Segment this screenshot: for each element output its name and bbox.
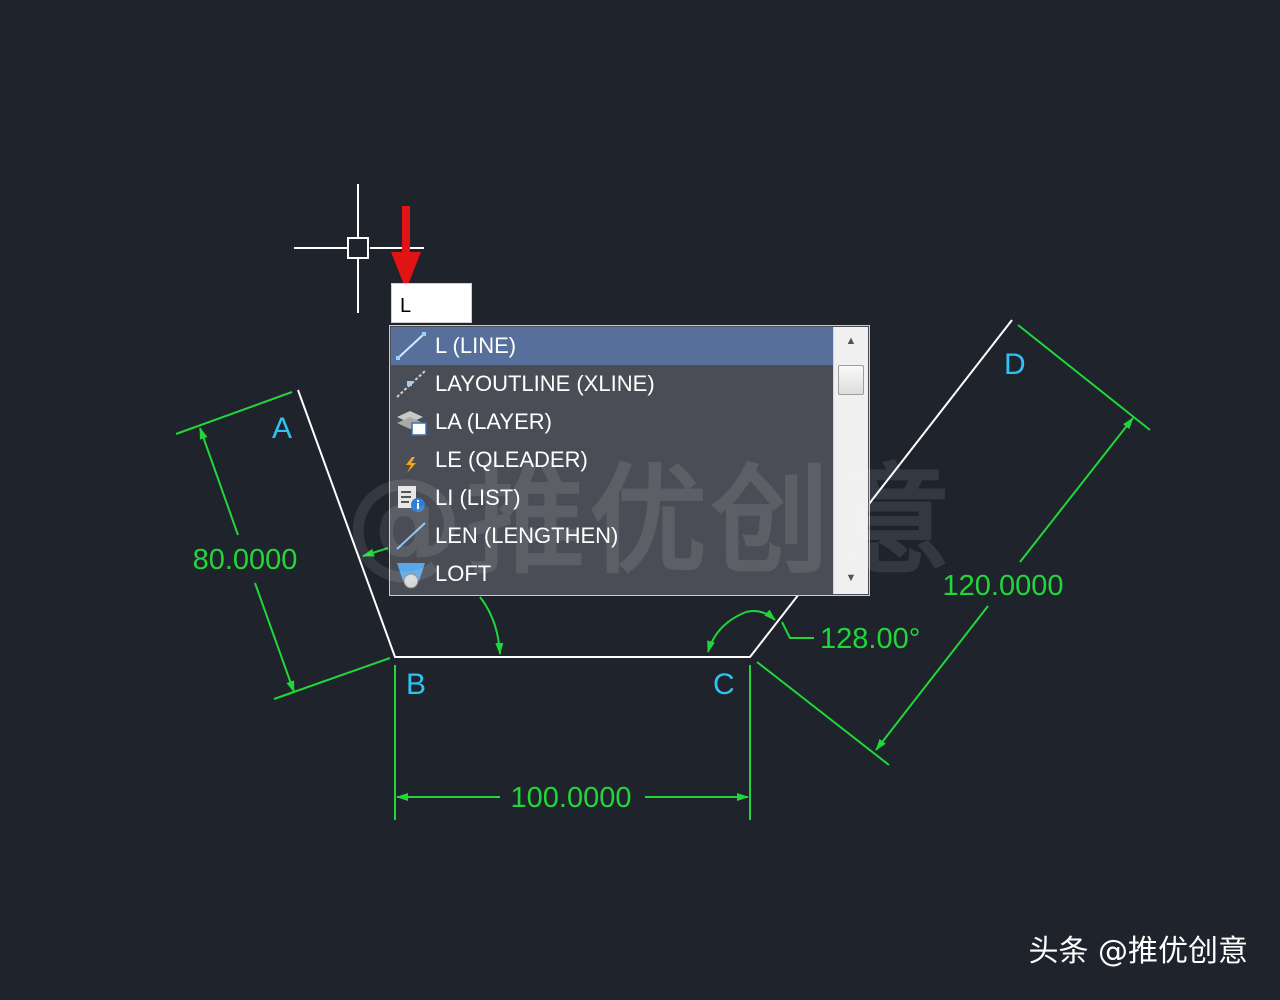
qleader-icon: [391, 442, 431, 478]
scroll-up-arrow-icon[interactable]: ▲: [834, 331, 868, 351]
autocomplete-item-lengthen[interactable]: LEN (LENGTHEN): [391, 517, 834, 555]
point-label-a: A: [272, 412, 292, 445]
autocomplete-item-layer[interactable]: LA (LAYER): [391, 403, 834, 441]
autocomplete-item-list[interactable]: LI (LIST): [391, 479, 834, 517]
dimension-cd-label: 120.0000: [943, 570, 1064, 602]
autocomplete-item-label: LA (LAYER): [435, 409, 552, 434]
xline-icon: [391, 366, 431, 402]
autocomplete-item-label: L (LINE): [435, 333, 517, 358]
autocomplete-item-label: LOFT: [435, 561, 492, 586]
line-icon: [391, 328, 431, 364]
dimension-ab-label: 80.0000: [193, 544, 298, 576]
point-label-b: B: [406, 668, 426, 701]
autocomplete-item-line[interactable]: L (LINE): [391, 327, 834, 365]
autocomplete-scrollbar[interactable]: ▲ ▼: [833, 327, 868, 594]
scroll-down-arrow-icon[interactable]: ▼: [834, 568, 868, 588]
autocomplete-item-label: LI (LIST): [435, 485, 521, 510]
scrollbar-thumb[interactable]: [838, 365, 864, 395]
command-autocomplete-list[interactable]: L (LINE) LAYOUTLINE (XLINE) LA (LAYER) L…: [389, 325, 870, 596]
autocomplete-item-xline[interactable]: LAYOUTLINE (XLINE): [391, 365, 834, 403]
autocomplete-item-loft[interactable]: LOFT: [391, 555, 834, 593]
lengthen-icon: [391, 518, 431, 554]
angle-c-label: 128.00°: [820, 623, 920, 655]
loft-icon: [391, 556, 431, 592]
command-input[interactable]: [391, 283, 472, 323]
angle-c-arc: [707, 609, 814, 653]
point-label-c: C: [713, 668, 735, 701]
credit-caption: 头条 @推优创意: [1028, 934, 1248, 969]
autocomplete-item-qleader[interactable]: LE (QLEADER): [391, 441, 834, 479]
autocomplete-item-label: LEN (LENGTHEN): [435, 523, 619, 548]
autocomplete-item-label: LE (QLEADER): [435, 447, 588, 472]
dimension-bc-label: 100.0000: [511, 782, 632, 814]
list-icon: [391, 480, 431, 516]
point-label-d: D: [1004, 348, 1026, 381]
layer-icon: [391, 404, 431, 440]
autocomplete-item-label: LAYOUTLINE (XLINE): [435, 371, 655, 396]
